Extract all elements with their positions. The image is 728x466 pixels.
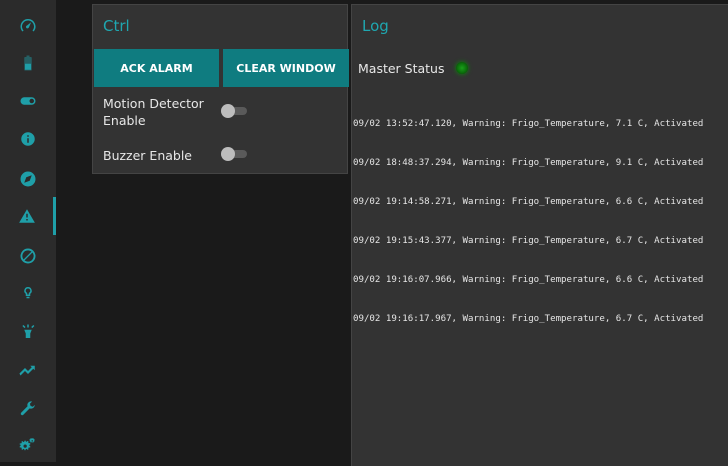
lamp-icon: [22, 324, 35, 338]
sidebar-item-cogs[interactable]: [0, 427, 56, 465]
ctrl-title: Ctrl: [103, 17, 130, 35]
block-icon: [20, 248, 36, 264]
buzzer-enable-label: Buzzer Enable: [103, 148, 193, 163]
toggle-knob: [221, 147, 235, 161]
sidebar-item-lamp[interactable]: [0, 313, 56, 351]
log-line: 09/02 18:48:37.294, Warning: Frigo_Tempe…: [353, 158, 704, 168]
log-line: 09/02 19:14:58.271, Warning: Frigo_Tempe…: [353, 197, 704, 207]
buzzer-enable-toggle[interactable]: [221, 147, 249, 161]
log-line: 09/02 19:15:43.377, Warning: Frigo_Tempe…: [353, 236, 704, 246]
master-status-label: Master Status: [358, 61, 445, 76]
sidebar-item-trend[interactable]: [0, 352, 56, 390]
dashboard-icon: [20, 19, 36, 32]
sidebar-item-wrench[interactable]: [0, 390, 56, 428]
master-status-indicator: [456, 62, 468, 74]
log-line: 09/02 19:16:07.966, Warning: Frigo_Tempe…: [353, 275, 704, 285]
ack-alarm-button[interactable]: ACK ALARM: [94, 49, 219, 87]
lightbulb-icon: [24, 287, 32, 299]
sidebar-item-compass[interactable]: [0, 160, 56, 198]
sidebar-item-battery[interactable]: [0, 44, 56, 82]
motion-detector-label: Motion Detector Enable: [103, 96, 204, 128]
battery-icon: [24, 55, 32, 71]
cogs-icon: [19, 437, 35, 451]
toggle-knob: [221, 104, 235, 118]
log-title: Log: [362, 17, 389, 35]
log-panel: Log Master Status 09/02 13:52:47.120, Wa…: [351, 4, 728, 466]
trend-icon: [19, 365, 35, 376]
motion-detector-toggle[interactable]: [221, 104, 249, 118]
toggle-icon: [20, 97, 36, 105]
sidebar-item-toggle[interactable]: [0, 82, 56, 120]
sidebar-item-warning[interactable]: [0, 197, 56, 235]
sidebar-item-info[interactable]: [0, 120, 56, 158]
info-icon: [21, 132, 35, 146]
clear-window-button[interactable]: CLEAR WINDOW: [223, 49, 349, 87]
compass-icon: [20, 171, 36, 187]
log-line: 09/02 19:16:17.967, Warning: Frigo_Tempe…: [353, 314, 704, 324]
sidebar-item-dashboard[interactable]: [0, 6, 56, 44]
sidebar-item-lightbulb[interactable]: [0, 274, 56, 312]
wrench-icon: [20, 401, 35, 416]
ctrl-panel: Ctrl ACK ALARM CLEAR WINDOW Motion Detec…: [92, 4, 349, 174]
sidebar: [0, 0, 56, 462]
warning-icon: [18, 209, 35, 223]
sidebar-item-block[interactable]: [0, 237, 56, 275]
log-list: 09/02 13:52:47.120, Warning: Frigo_Tempe…: [353, 92, 728, 352]
log-line: 09/02 13:52:47.120, Warning: Frigo_Tempe…: [353, 119, 704, 129]
